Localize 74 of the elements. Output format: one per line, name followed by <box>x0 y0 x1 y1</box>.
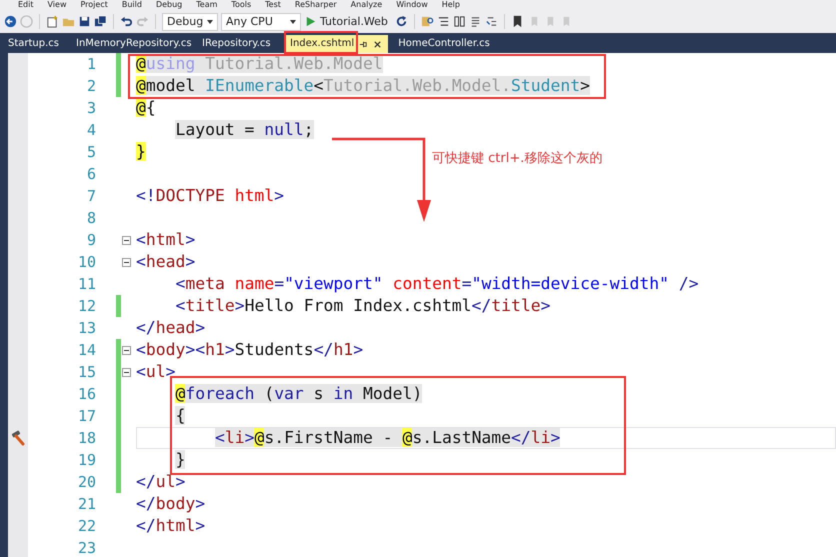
document-tab[interactable]: Startup.cs <box>6 35 74 53</box>
code-line: </html> <box>136 516 206 536</box>
collapse-icon[interactable] <box>122 346 131 354</box>
line-number: 22 <box>76 517 96 535</box>
menu-item[interactable]: Debug <box>156 0 182 10</box>
document-tab[interactable]: InMemoryRepository.cs <box>74 35 200 53</box>
line-number: 18 <box>76 429 96 447</box>
code-line: <!DOCTYPE html> <box>136 186 284 206</box>
save-all-icon[interactable] <box>94 15 107 28</box>
line-number: 12 <box>76 297 96 315</box>
configuration-dropdown[interactable]: Debug <box>162 12 218 30</box>
platform-dropdown[interactable]: Any CPU <box>221 12 301 30</box>
line-number: 21 <box>76 495 96 513</box>
line-number: 14 <box>76 341 96 359</box>
line-number: 19 <box>76 451 96 469</box>
line-number: 4 <box>86 121 96 139</box>
play-icon[interactable] <box>304 15 317 28</box>
columns-icon[interactable] <box>452 15 466 28</box>
new-item-icon[interactable] <box>46 15 59 28</box>
line-number: 1 <box>86 55 96 73</box>
line-number: 9 <box>86 231 96 249</box>
menu-item[interactable]: Tools <box>231 0 252 10</box>
menu-item[interactable]: Edit <box>18 0 34 10</box>
collapse-icon[interactable] <box>122 236 131 244</box>
line-number: 13 <box>76 319 96 337</box>
line-number: 7 <box>86 187 96 205</box>
code-line: <body><h1>Students</h1> <box>136 340 364 360</box>
code-line: <title>Hello From Index.cshtml</title> <box>174 296 551 316</box>
back-icon[interactable] <box>4 15 17 28</box>
collapse-icon[interactable] <box>122 368 131 376</box>
line-number: 17 <box>76 407 96 425</box>
hammer-icon[interactable] <box>10 430 26 446</box>
code-line: <html> <box>136 230 196 250</box>
menu-item[interactable]: Build <box>122 0 142 10</box>
undo-icon[interactable] <box>120 15 133 28</box>
code-line: @{ <box>136 98 156 118</box>
line-number: 5 <box>86 143 96 161</box>
line-number: 2 <box>86 77 96 95</box>
document-tab[interactable]: Index.cshtml <box>286 35 388 53</box>
line-number: 23 <box>76 539 96 557</box>
menu-item[interactable]: ReSharper <box>294 0 337 10</box>
code-line: </head> <box>136 318 206 338</box>
save-icon[interactable] <box>78 15 91 28</box>
line-number: 11 <box>76 275 96 293</box>
list-icon[interactable] <box>436 15 450 28</box>
uncomment-icon[interactable] <box>484 15 498 28</box>
menu-item[interactable]: Help <box>442 0 460 10</box>
code-line: <ul> <box>136 362 176 382</box>
line-number: 8 <box>86 209 96 227</box>
find-icon[interactable] <box>420 15 434 28</box>
line-number: 15 <box>76 363 96 381</box>
document-tab[interactable]: IRepository.cs <box>200 35 286 53</box>
menu-item[interactable]: Analyze <box>350 0 382 10</box>
line-number: 6 <box>86 165 96 183</box>
code-line: <head> <box>136 252 196 272</box>
start-button[interactable]: Tutorial.Web <box>320 15 388 28</box>
menu-item[interactable]: Team <box>196 0 218 10</box>
menu-item[interactable]: Project <box>80 0 108 10</box>
code-line: </body> <box>136 494 206 514</box>
code-line: </ul> <box>136 472 186 492</box>
code-line: <meta name="viewport" content="width=device-width" /> <box>174 274 699 294</box>
close-icon[interactable] <box>373 40 382 48</box>
menu-item[interactable]: Test <box>265 0 281 10</box>
menu-item[interactable]: Window <box>396 0 428 10</box>
menu-item[interactable]: View <box>48 0 66 10</box>
line-number: 10 <box>76 253 96 271</box>
line-number: 16 <box>76 385 96 403</box>
annotation-note: 可快捷键 ctrl+.移除这个灰的 <box>432 150 602 167</box>
document-tab[interactable]: HomeController.cs <box>396 35 490 53</box>
line-number: 3 <box>86 99 96 117</box>
line-number: 20 <box>76 473 96 491</box>
refresh-icon[interactable] <box>394 15 408 28</box>
pin-icon[interactable] <box>359 40 368 48</box>
collapse-icon[interactable] <box>122 258 131 266</box>
